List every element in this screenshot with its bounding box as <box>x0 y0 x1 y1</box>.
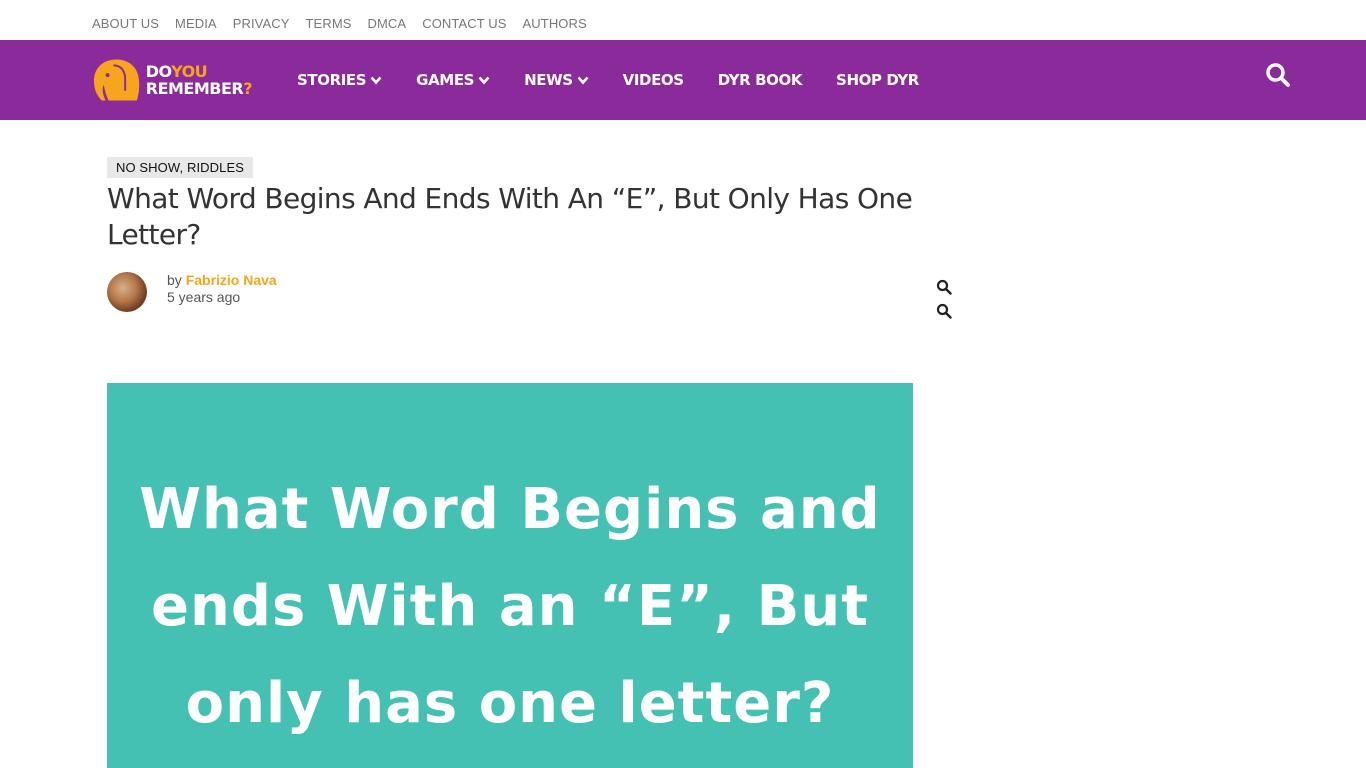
search-icon[interactable] <box>936 279 952 295</box>
menu-label: NEWS <box>524 71 573 89</box>
logo-text-question: ? <box>243 79 252 98</box>
chevron-down-icon <box>370 76 382 84</box>
menu-label: SHOP DYR <box>836 71 919 89</box>
top-link-terms[interactable]: TERMS <box>306 16 352 31</box>
main-navbar: DOYOU REMEMBER? STORIES GAMES NEWS VIDEO… <box>0 40 1366 120</box>
article-byline: by Fabrizio Nava 5 years ago <box>107 272 277 312</box>
site-logo[interactable]: DOYOU REMEMBER? <box>92 54 252 106</box>
menu-label: STORIES <box>297 71 367 89</box>
search-icon[interactable] <box>1264 61 1292 89</box>
main-menu: STORIES GAMES NEWS VIDEOS DYR BOOK SHOP … <box>297 40 919 120</box>
featured-image-text-line: only has one letter? <box>185 671 835 736</box>
featured-image: What Word Begins and ends With an “E”, B… <box>107 383 913 768</box>
search-icon[interactable] <box>936 303 952 319</box>
menu-label: DYR BOOK <box>717 71 803 89</box>
logo-text-remember: REMEMBER <box>145 79 244 98</box>
top-link-dmca[interactable]: DMCA <box>368 16 407 31</box>
byline-meta: by Fabrizio Nava 5 years ago <box>167 272 277 306</box>
menu-item-news[interactable]: NEWS <box>524 71 589 89</box>
article-header: NO SHOW, RIDDLES What Word Begins And En… <box>107 157 917 253</box>
featured-image-text-line: ends With an “E”, But <box>151 574 869 639</box>
author-link[interactable]: Fabrizio Nava <box>186 272 277 288</box>
logo-wordmark: DOYOU REMEMBER? <box>145 63 253 98</box>
article-title: What Word Begins And Ends With An “E”, B… <box>107 182 913 251</box>
top-links-bar: ABOUT US MEDIA PRIVACY TERMS DMCA CONTAC… <box>0 0 1366 40</box>
menu-item-dyr-book[interactable]: DYR BOOK <box>717 71 803 89</box>
byline-prefix: by <box>167 272 182 288</box>
chevron-down-icon <box>577 76 589 84</box>
menu-label: GAMES <box>416 71 475 89</box>
menu-item-shop-dyr[interactable]: SHOP DYR <box>836 71 919 89</box>
author-avatar[interactable] <box>107 272 147 312</box>
top-link-contact-us[interactable]: CONTACT US <box>422 16 506 31</box>
menu-item-videos[interactable]: VIDEOS <box>623 71 684 89</box>
elephant-logo-icon <box>93 59 140 101</box>
featured-image-text-line: What Word Begins and <box>139 477 881 542</box>
menu-label: VIDEOS <box>622 71 684 89</box>
post-date: 5 years ago <box>167 289 241 305</box>
menu-item-games[interactable]: GAMES <box>416 71 490 89</box>
top-link-about-us[interactable]: ABOUT US <box>92 16 159 31</box>
category-badge[interactable]: NO SHOW, RIDDLES <box>107 157 254 178</box>
top-link-privacy[interactable]: PRIVACY <box>233 16 290 31</box>
side-icons <box>936 279 952 319</box>
top-link-authors[interactable]: AUTHORS <box>523 16 587 31</box>
top-link-media[interactable]: MEDIA <box>175 16 217 31</box>
menu-item-stories[interactable]: STORIES <box>297 71 382 89</box>
top-links: ABOUT US MEDIA PRIVACY TERMS DMCA CONTAC… <box>92 16 587 31</box>
chevron-down-icon <box>478 76 490 84</box>
